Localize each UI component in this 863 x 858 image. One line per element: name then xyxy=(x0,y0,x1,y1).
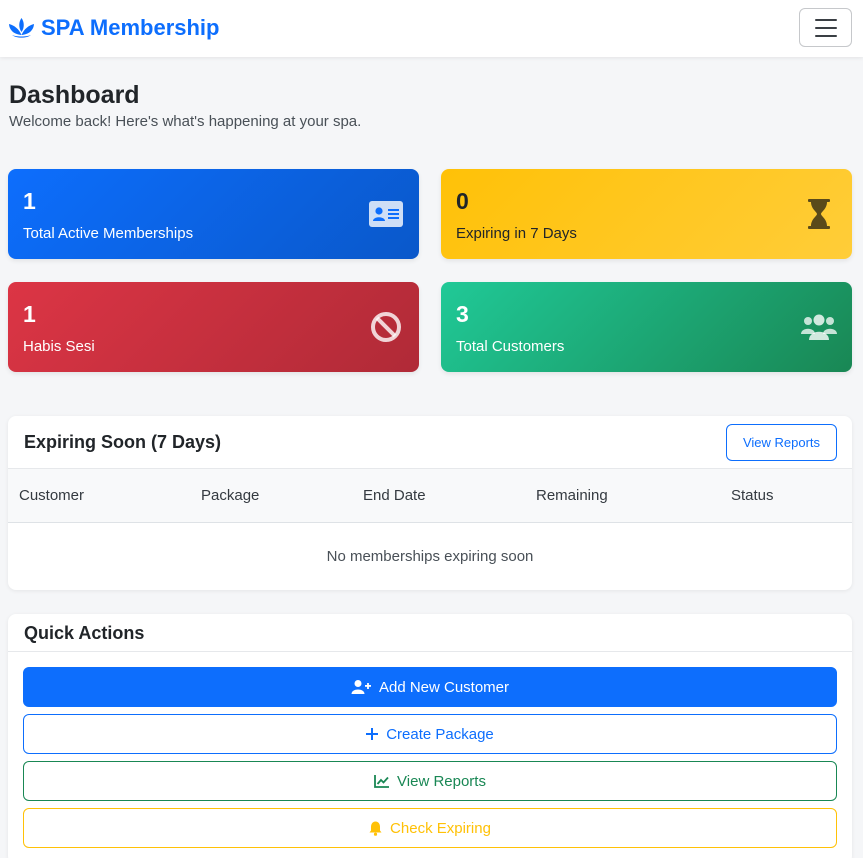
column-header-status[interactable]: Status xyxy=(731,487,774,504)
chart-line-icon xyxy=(374,774,390,788)
page-subtitle: Welcome back! Here's what's happening at… xyxy=(9,113,362,130)
hamburger-menu-icon xyxy=(814,18,837,21)
stat-card-expiring-7-days: 0 Expiring in 7 Days xyxy=(441,169,852,259)
stat-card-total-customers: 3 Total Customers xyxy=(441,282,852,372)
hourglass-icon xyxy=(800,197,838,231)
stat-label: Habis Sesi xyxy=(23,338,95,355)
expiring-table-header: Customer Package End Date Remaining Stat… xyxy=(8,469,852,523)
stat-value: 3 xyxy=(456,301,469,327)
stat-card-habis-sesi: 1 Habis Sesi xyxy=(8,282,419,372)
bell-icon xyxy=(369,821,382,836)
plus-icon xyxy=(366,728,379,740)
quick-actions-title: Quick Actions xyxy=(24,623,145,643)
expiring-soon-title: Expiring Soon (7 Days) xyxy=(24,432,222,452)
ban-icon xyxy=(367,310,405,344)
quick-actions-card: Quick Actions Add New Customer Create Pa… xyxy=(8,614,852,858)
expiring-soon-card: Expiring Soon (7 Days) View Reports Cust… xyxy=(8,416,852,590)
column-header-package[interactable]: Package xyxy=(201,487,259,504)
column-header-customer[interactable]: Customer xyxy=(19,487,84,504)
quick-actions-header: Quick Actions xyxy=(8,614,852,652)
stat-card-active-memberships: 1 Total Active Memberships xyxy=(8,169,419,259)
stat-label: Total Customers xyxy=(456,338,565,355)
spa-lotus-icon xyxy=(8,17,35,39)
user-plus-icon xyxy=(351,679,371,695)
navbar-toggler-button[interactable] xyxy=(799,8,852,47)
button-label: Create Package xyxy=(386,725,494,743)
column-header-remaining[interactable]: Remaining xyxy=(536,487,608,504)
check-expiring-button[interactable]: Check Expiring xyxy=(23,808,837,848)
id-card-icon xyxy=(367,197,405,231)
create-package-button[interactable]: Create Package xyxy=(23,714,837,754)
column-header-end-date[interactable]: End Date xyxy=(363,487,426,504)
button-label: Check Expiring xyxy=(390,819,491,837)
empty-table-message: No memberships expiring soon xyxy=(326,548,534,565)
view-reports-quick-button[interactable]: View Reports xyxy=(23,761,837,801)
users-icon xyxy=(800,310,838,344)
add-new-customer-button[interactable]: Add New Customer xyxy=(23,667,837,707)
top-navbar: SPA Membership xyxy=(0,0,863,57)
brand-label: SPA Membership xyxy=(41,15,220,40)
stat-value: 0 xyxy=(456,188,469,214)
stat-value: 1 xyxy=(23,301,36,327)
stat-label: Expiring in 7 Days xyxy=(456,225,577,242)
button-label: Add New Customer xyxy=(378,678,510,696)
button-label: View Reports xyxy=(397,772,486,790)
expiring-soon-header: Expiring Soon (7 Days) View Reports xyxy=(8,416,852,469)
view-reports-button[interactable]: View Reports xyxy=(726,424,837,461)
stat-value: 1 xyxy=(23,188,36,214)
stat-label: Total Active Memberships xyxy=(23,225,194,242)
page-title: Dashboard xyxy=(9,81,140,109)
brand-link[interactable]: SPA Membership xyxy=(8,14,219,42)
